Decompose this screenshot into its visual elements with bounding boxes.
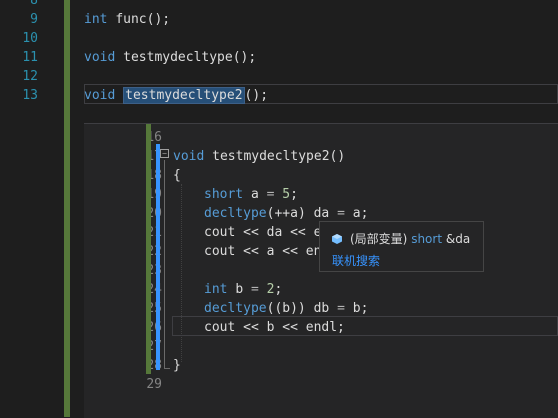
- keyword: int: [204, 282, 228, 297]
- fold-guide: [164, 160, 165, 368]
- variable: b: [352, 301, 361, 316]
- punctuation: ;: [360, 301, 369, 316]
- peek-code-line-28[interactable]: }: [173, 356, 181, 375]
- peek-code-line-24[interactable]: int b = 2;: [204, 280, 282, 299]
- operator: =: [337, 206, 345, 221]
- line-number: 13: [22, 88, 38, 103]
- variable: b: [235, 282, 244, 297]
- punctuation: ;: [274, 282, 283, 297]
- function-name: testmydecltype2: [212, 149, 330, 164]
- peek-code-line-19[interactable]: short a = 5;: [204, 185, 298, 204]
- change-margin: [64, 0, 70, 417]
- peek-code-line-21[interactable]: cout << da << e: [204, 223, 321, 242]
- punctuation: ();: [146, 12, 171, 27]
- line-number: 8: [30, 0, 38, 8]
- gutter: 8 9 10 11 12 13: [0, 0, 64, 417]
- line-number: 11: [22, 50, 38, 65]
- local-variable-icon: [332, 233, 342, 244]
- search-online-link[interactable]: 联机搜索: [332, 252, 380, 269]
- collapse-toggle-icon[interactable]: −: [160, 149, 169, 158]
- number: 5: [282, 187, 291, 202]
- code-line-13[interactable]: void testmydecltype2 ();: [84, 86, 268, 105]
- tooltip-scope: (局部变量): [350, 232, 408, 246]
- code-line-9[interactable]: int func();: [84, 10, 170, 29]
- keyword: short: [204, 187, 244, 202]
- variable: a: [250, 187, 259, 202]
- variable: db: [313, 301, 330, 316]
- keyword: decltype: [204, 301, 267, 316]
- keyword: void: [173, 149, 205, 164]
- punctuation: ;: [290, 187, 298, 202]
- quick-info-tooltip: (局部变量) short &da 联机搜索: [319, 221, 484, 272]
- peek-code-line-22[interactable]: cout << a << en: [204, 242, 321, 261]
- function-name: func: [115, 12, 147, 27]
- tooltip-name: &da: [445, 232, 471, 246]
- line-number: 29: [146, 377, 162, 392]
- variable: b: [282, 301, 291, 316]
- line-number: 12: [22, 69, 38, 84]
- punctuation: ();: [232, 50, 257, 65]
- keyword: void: [84, 88, 116, 103]
- variable: da: [313, 206, 330, 221]
- peek-code-line-18[interactable]: {: [173, 166, 181, 185]
- variable: a: [352, 206, 361, 221]
- fold-guide-end: [164, 368, 170, 369]
- operator: =: [266, 187, 275, 202]
- peek-code-line-26[interactable]: cout << b << endl;: [204, 318, 345, 337]
- punctuation: ;: [360, 206, 369, 221]
- peek-highlight-bar: [156, 144, 160, 370]
- function-name: testmydecltype: [123, 50, 233, 65]
- variable: a: [290, 206, 298, 221]
- tooltip-signature: (局部变量) short &da: [332, 230, 470, 247]
- peek-code-line-17[interactable]: void testmydecltype2(): [173, 147, 345, 166]
- line-number: 9: [30, 12, 38, 27]
- selected-function-name[interactable]: testmydecltype2: [123, 87, 245, 104]
- keyword: decltype: [204, 206, 267, 221]
- line-number: 10: [22, 31, 38, 46]
- keyword: int: [84, 12, 108, 27]
- punctuation: (++: [266, 206, 291, 221]
- peek-change-margin: [146, 124, 151, 374]
- punctuation: )): [290, 301, 306, 316]
- punctuation: (): [329, 149, 346, 164]
- punctuation: ();: [244, 88, 269, 103]
- code-line-11[interactable]: void testmydecltype();: [84, 48, 256, 67]
- keyword: void: [84, 50, 116, 65]
- code-editor[interactable]: 8 9 10 11 12 13 int func(); void testmyd…: [0, 0, 558, 418]
- tooltip-type: short: [411, 232, 443, 246]
- punctuation: ((: [266, 301, 283, 316]
- operator: =: [337, 301, 345, 316]
- punctuation: ): [297, 206, 306, 221]
- peek-code-line-25[interactable]: decltype((b)) db = b;: [204, 299, 368, 318]
- operator: =: [250, 282, 259, 297]
